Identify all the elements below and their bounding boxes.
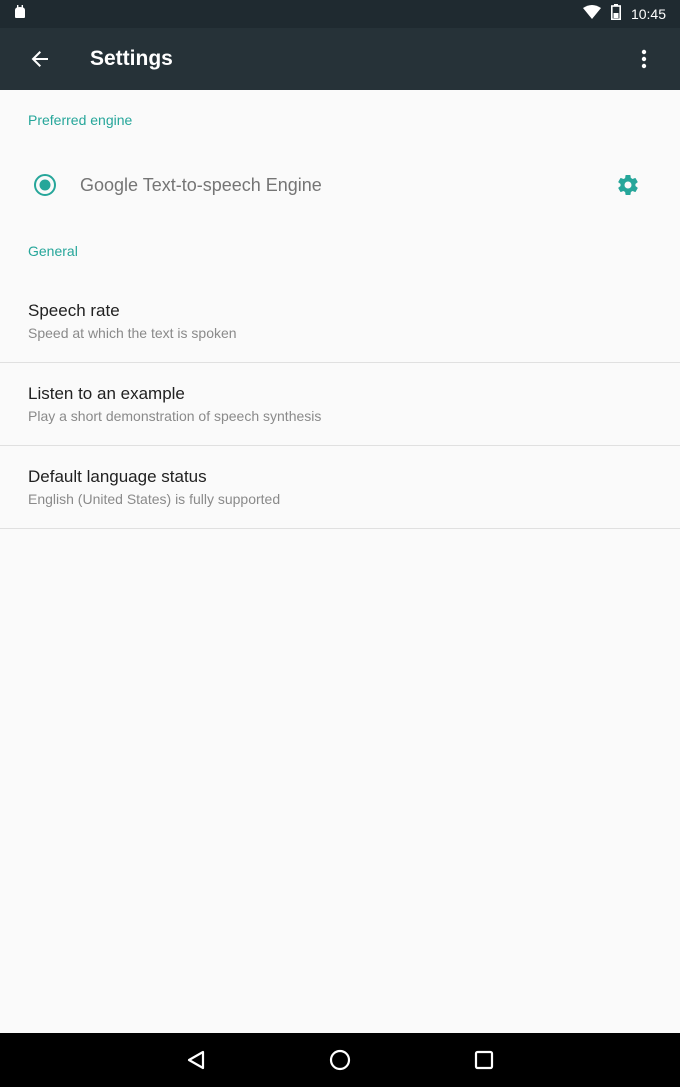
navigation-bar [0,1033,680,1087]
battery-icon [610,3,621,25]
status-right: 10:45 [582,3,666,25]
pref-item-default-language-status[interactable]: Default language status English (United … [0,447,680,529]
pref-summary: English (United States) is fully support… [28,491,281,507]
engine-settings-button[interactable] [614,171,642,199]
status-left [12,4,28,25]
page-title: Settings [90,47,173,70]
engine-row-google-tts[interactable]: Google Text-to-speech Engine [0,150,680,220]
more-vert-icon [641,49,647,69]
pref-title: Default language status [28,467,207,486]
nav-back-icon [187,1050,205,1070]
engine-label: Google Text-to-speech Engine [80,174,322,195]
back-button[interactable] [20,39,60,79]
gear-icon [618,175,638,196]
nav-recents-icon [474,1050,494,1070]
radio-checked-icon [34,174,56,196]
pref-item-listen-example[interactable]: Listen to an example Play a short demons… [0,364,680,446]
nav-home-icon [329,1049,351,1071]
overflow-menu-button[interactable] [624,39,664,79]
pref-title: Listen to an example [28,384,185,403]
pref-title: Speech rate [28,301,120,320]
nav-back-button[interactable] [166,1033,226,1087]
android-notification-icon [12,4,28,25]
app-bar: Settings [0,28,680,90]
status-time: 10:45 [630,6,666,22]
back-arrow-icon [31,51,48,67]
nav-home-button[interactable] [310,1033,370,1087]
nav-recents-button[interactable] [454,1033,514,1087]
general-header: General [28,243,78,259]
engine-radio-button[interactable] [33,173,57,197]
preferred-engine-header: Preferred engine [28,112,133,128]
screen: 10:45 Settings Preferred engine Google T… [0,0,680,1087]
status-bar: 10:45 [0,0,680,28]
pref-summary: Speed at which the text is spoken [28,325,237,341]
pref-summary: Play a short demonstration of speech syn… [28,408,322,424]
pref-item-speech-rate[interactable]: Speech rate Speed at which the text is s… [0,281,680,363]
wifi-icon [582,4,601,24]
